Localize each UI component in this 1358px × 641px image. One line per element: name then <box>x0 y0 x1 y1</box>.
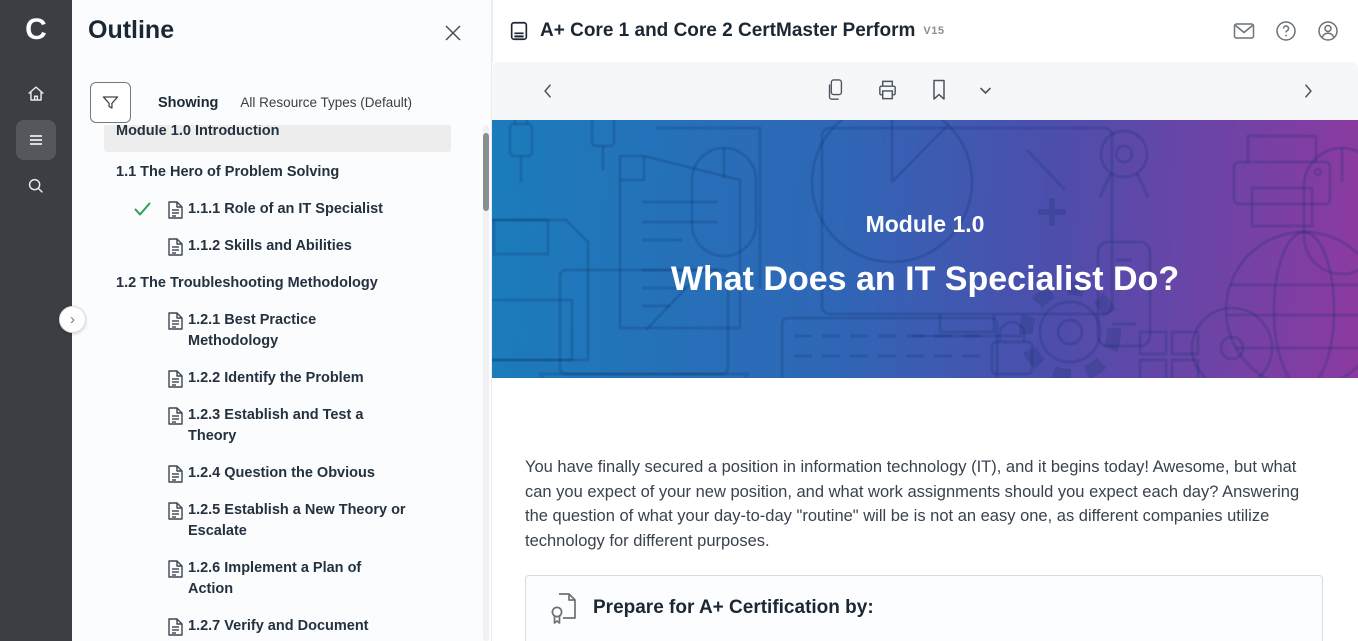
check-placeholder <box>134 310 168 313</box>
check-placeholder <box>134 368 168 371</box>
document-icon <box>168 199 184 219</box>
outline-item-label: 1.2.2 Identify the Problem <box>188 368 406 389</box>
course-version-badge: V15 <box>923 25 944 37</box>
rail-home-button[interactable] <box>16 74 56 114</box>
next-page-button[interactable] <box>1298 81 1318 101</box>
copy-icon[interactable] <box>824 78 846 102</box>
outline-item[interactable]: 1.2.2 Identify the Problem <box>104 368 451 389</box>
outline-panel-title: Outline <box>88 16 174 45</box>
content-area: A+ Core 1 and Core 2 CertMaster Perform … <box>492 0 1358 641</box>
course-header: A+ Core 1 and Core 2 CertMaster Perform … <box>492 0 1358 62</box>
check-placeholder <box>134 405 168 408</box>
reader-toolbar <box>492 62 1358 120</box>
check-placeholder <box>134 236 168 239</box>
document-icon <box>168 405 184 425</box>
document-icon <box>168 236 184 256</box>
bookmark-chevron-down-icon[interactable] <box>979 78 992 102</box>
document-icon <box>168 463 184 483</box>
document-icon <box>168 368 184 388</box>
certificate-icon <box>550 592 580 624</box>
search-icon <box>25 175 47 197</box>
outline-list: Module 1.0 Introduction 1.1 The Hero of P… <box>104 125 451 641</box>
completed-check-icon <box>134 199 168 216</box>
outline-item[interactable]: 1.2.7 Verify and Document <box>104 616 451 637</box>
bookmark-icon[interactable] <box>929 78 949 102</box>
outline-item[interactable]: 1.2.3 Establish and Test a Theory <box>104 405 451 447</box>
outline-item[interactable]: 1.2.5 Establish a New Theory or Escalate <box>104 500 451 542</box>
account-icon[interactable] <box>1316 19 1340 43</box>
outline-item[interactable]: 1.1.2 Skills and Abilities <box>104 236 451 257</box>
home-icon <box>25 83 47 105</box>
outline-item[interactable]: 1.1 The Hero of Problem Solving <box>104 162 451 183</box>
outline-item[interactable]: 1.2.1 Best Practice Methodology <box>104 310 451 352</box>
chevron-right-icon: › <box>70 311 75 328</box>
filter-value[interactable]: All Resource Types (Default) <box>240 95 412 110</box>
rail-search-button[interactable] <box>16 166 56 206</box>
outline-item-label: 1.2.7 Verify and Document <box>188 616 411 637</box>
previous-page-button[interactable] <box>538 81 558 101</box>
outline-scrollbar-thumb[interactable] <box>483 133 489 211</box>
panel-collapse-button[interactable]: › <box>59 306 86 333</box>
print-icon[interactable] <box>876 78 899 102</box>
document-icon <box>168 558 184 578</box>
brand-logo[interactable]: C <box>0 0 72 60</box>
outline-item[interactable]: 1.1.1 Role of an IT Specialist <box>104 199 451 220</box>
module-banner: Module 1.0 What Does an IT Specialist Do… <box>492 120 1358 378</box>
filter-button[interactable] <box>90 82 131 123</box>
close-icon <box>443 23 465 43</box>
filter-showing-label: Showing <box>158 95 218 111</box>
outline-item-label: 1.2.6 Implement a Plan of Action <box>188 558 451 600</box>
certification-callout: Prepare for A+ Certification by: Describ… <box>525 575 1323 641</box>
filter-row: Showing All Resource Types (Default) <box>90 82 412 123</box>
outline-item[interactable]: Module 1.0 Introduction <box>104 125 451 152</box>
mail-icon[interactable] <box>1232 19 1256 43</box>
document-icon <box>168 616 184 636</box>
check-placeholder <box>134 500 168 503</box>
outline-panel: Outline Showing All Resource Types (Defa… <box>72 0 492 641</box>
outline-item[interactable]: 1.2.4 Question the Obvious <box>104 463 451 484</box>
outline-item-label: 1.2.4 Question the Obvious <box>188 463 417 484</box>
outline-item-label: 1.2.5 Establish a New Theory or Escalate <box>188 500 451 542</box>
banner-module-label: Module 1.0 <box>866 211 985 238</box>
document-icon <box>168 310 184 330</box>
outline-item-label: 1.1.1 Role of an IT Specialist <box>188 199 425 220</box>
book-icon <box>508 20 530 42</box>
rail-outline-button[interactable] <box>16 120 56 160</box>
outline-item-label: 1.2.3 Establish and Test a Theory <box>188 405 451 447</box>
callout-heading: Prepare for A+ Certification by: <box>593 597 874 619</box>
brand-logo-letter: C <box>25 13 47 47</box>
outline-item-label: 1.1.2 Skills and Abilities <box>188 236 394 257</box>
check-placeholder <box>134 616 168 619</box>
outline-menu-icon <box>26 130 46 150</box>
help-icon[interactable] <box>1274 19 1298 43</box>
filter-funnel-icon <box>101 93 120 112</box>
outline-item[interactable]: 1.2 The Troubleshooting Methodology <box>104 273 451 294</box>
outline-item-label: 1.2.1 Best Practice Methodology <box>188 310 451 352</box>
close-outline-button[interactable] <box>443 23 465 45</box>
banner-title: What Does an IT Specialist Do? <box>671 260 1179 299</box>
check-placeholder <box>134 463 168 466</box>
check-placeholder <box>134 558 168 561</box>
course-title: A+ Core 1 and Core 2 CertMaster Perform <box>540 20 915 42</box>
lesson-paragraph: You have finally secured a position in i… <box>525 455 1322 553</box>
document-icon <box>168 500 184 520</box>
outline-item[interactable]: 1.2.6 Implement a Plan of Action <box>104 558 451 600</box>
